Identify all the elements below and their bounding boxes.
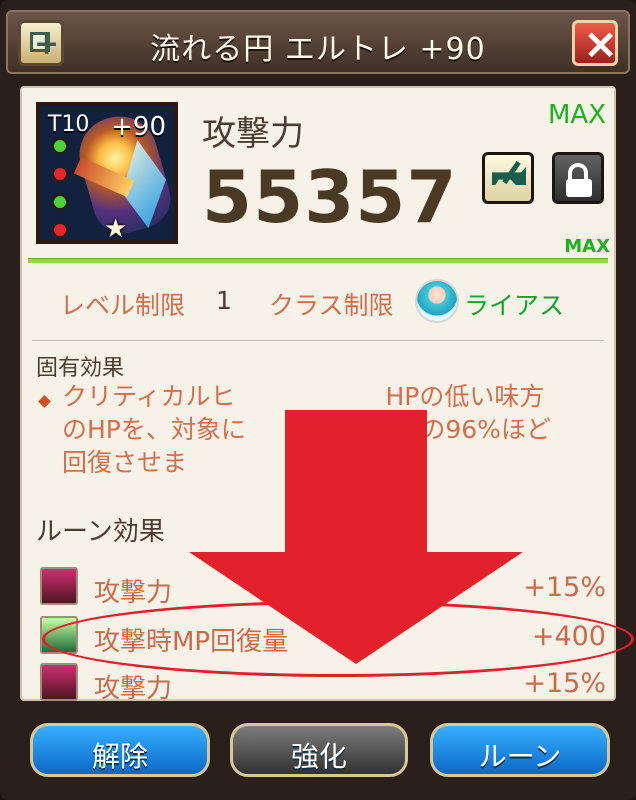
attack-label: 攻撃力 [202, 114, 304, 154]
star-icon: ★ [104, 214, 128, 244]
enhance-button[interactable]: 強化 [230, 723, 408, 777]
rune-button[interactable]: ルーン [430, 723, 610, 777]
rune-button-label: ルーン [478, 740, 562, 773]
weapon-detail-panel: T10 +90 ★ 攻撃力 MAX 55357 MAX レベル制限 1 クラス制… [20, 86, 634, 704]
character-avatar-icon [415, 279, 459, 323]
section-divider [32, 340, 604, 341]
rune-slot-red-2 [52, 222, 68, 238]
class-name: ライアス [464, 291, 565, 320]
red-rune-icon [40, 663, 78, 701]
restriction-row: レベル制限 1 クラス制限 ライアス [32, 279, 604, 326]
rune-slot-red-1 [52, 166, 68, 182]
down-arrow-head-icon [189, 552, 523, 664]
rune-name: 攻撃力 [94, 578, 173, 608]
release-button-label: 解除 [91, 740, 148, 773]
expand-icon[interactable] [18, 20, 64, 66]
level-limit-label: レベル制限 [60, 291, 186, 320]
weapon-plus: +90 [111, 112, 166, 142]
rune-name: 攻撃力 [94, 674, 173, 704]
unlock-icon[interactable] [552, 152, 604, 204]
weapon-detail-window: 流れる円 エルトレ +90 T10 +90 ★ 攻撃力 MAX 55357 MA… [0, 0, 636, 800]
red-rune-icon [40, 567, 78, 605]
rune-value: +15% [523, 572, 606, 603]
max-indicator: MAX [547, 100, 606, 130]
class-limit-label: クラス制限 [269, 291, 394, 320]
level-limit-value: 1 [216, 286, 232, 315]
dialog-title: 流れる円 エルトレ +90 [150, 32, 486, 67]
close-icon[interactable] [572, 19, 618, 68]
rune-slot-green-1 [52, 138, 68, 154]
anvil-icon[interactable] [482, 152, 534, 204]
weapon-card[interactable]: T10 +90 ★ [36, 102, 178, 244]
unique-effect-title: 固有効果 [36, 356, 125, 381]
rune-slot-green-2 [52, 194, 68, 210]
rune-value: +15% [523, 668, 606, 699]
attack-value: 55357 [202, 155, 458, 239]
enhance-button-label: 強化 [290, 740, 347, 773]
diamond-bullet-icon [38, 395, 51, 408]
release-button[interactable]: 解除 [30, 723, 210, 777]
weapon-tier: T10 [48, 112, 90, 137]
max-progress-bar [28, 258, 608, 263]
rune-effect-title: ルーン効果 [36, 517, 165, 547]
title-bar: 流れる円 エルトレ +90 [6, 10, 630, 74]
bar-max-label: MAX [564, 236, 610, 257]
